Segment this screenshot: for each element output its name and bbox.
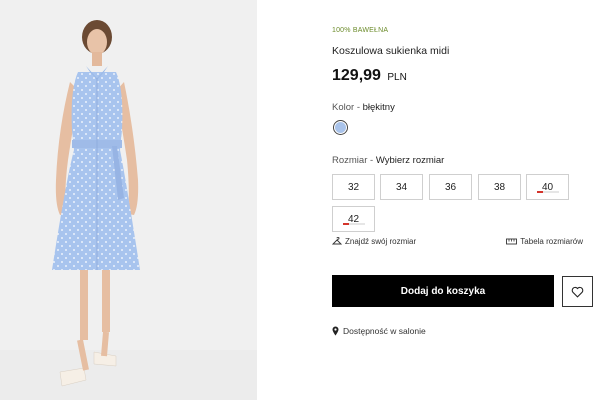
size-option-label: 36 xyxy=(444,181,457,193)
size-option-32[interactable]: 32 xyxy=(332,174,375,200)
hanger-icon xyxy=(332,237,342,245)
location-pin-icon xyxy=(332,326,339,336)
color-swatch-selected[interactable] xyxy=(333,120,348,135)
size-option-42[interactable]: 42 xyxy=(332,206,375,232)
color-swatch-fill xyxy=(335,122,346,133)
color-value: błękitny xyxy=(362,102,395,113)
low-stock-indicator xyxy=(343,223,365,225)
size-option-38[interactable]: 38 xyxy=(478,174,521,200)
size-option-label: 38 xyxy=(493,181,506,193)
price-currency: PLN xyxy=(387,72,407,83)
product-title: Koszulowa sukienka midi xyxy=(332,45,450,57)
size-option-40[interactable]: 40 xyxy=(526,174,569,200)
ruler-icon xyxy=(506,238,518,245)
store-availability-link[interactable]: Dostępność w salonie xyxy=(332,326,426,336)
size-option-34[interactable]: 34 xyxy=(380,174,423,200)
low-stock-indicator xyxy=(537,191,559,193)
store-availability-label: Dostępność w salonie xyxy=(343,326,426,336)
size-option-label: 34 xyxy=(395,181,408,193)
find-size-link[interactable]: Znajdź swój rozmiar xyxy=(332,237,416,246)
material-tag: 100% BAWEŁNA xyxy=(332,27,389,34)
size-label-text: Rozmiar - xyxy=(332,155,376,166)
color-label: Kolor - błękitny xyxy=(332,102,395,113)
color-label-text: Kolor - xyxy=(332,102,363,113)
product-details: 100% BAWEŁNA Koszulowa sukienka midi 129… xyxy=(332,0,594,400)
heart-icon xyxy=(571,286,584,298)
size-option-36[interactable]: 36 xyxy=(429,174,472,200)
add-to-cart-button[interactable]: Dodaj do koszyka xyxy=(332,275,554,307)
size-value: Wybierz rozmiar xyxy=(375,155,445,166)
size-label: Rozmiar - Wybierz rozmiar xyxy=(332,155,444,166)
price-value: 129,99 xyxy=(332,67,381,84)
size-chart-link[interactable]: Tabela rozmiarów xyxy=(506,237,583,246)
wishlist-button[interactable] xyxy=(562,276,593,307)
find-size-label: Znajdź swój rozmiar xyxy=(345,237,417,246)
size-option-label: 32 xyxy=(347,181,360,193)
product-image[interactable] xyxy=(0,0,257,400)
product-price: 129,99 PLN xyxy=(332,67,407,85)
size-chart-label: Tabela rozmiarów xyxy=(520,237,583,246)
